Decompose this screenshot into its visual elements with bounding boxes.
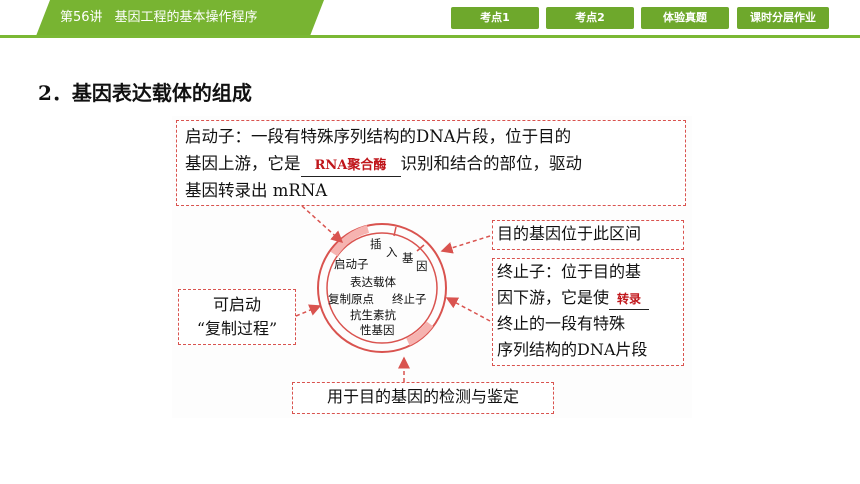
tab-kaodian-1[interactable]: 考点1 — [451, 7, 539, 29]
lecture-number: 第56讲 — [60, 10, 103, 25]
origin-arrow — [295, 304, 322, 317]
lecture-title: 基因工程的基本操作程序 — [114, 10, 258, 25]
header-divider — [0, 35, 860, 38]
lecture-title-tab: 第56讲 基因工程的基本操作程序 — [36, 0, 324, 36]
terminator-arrow — [445, 297, 491, 322]
target-gene-arrow — [440, 235, 491, 254]
tab-homework[interactable]: 课时分层作业 — [737, 7, 829, 29]
tab-exam-questions[interactable]: 体验真题 — [641, 7, 729, 29]
expression-vector-figure: 启动子：一段有特殊序列结构的DNA片段，位于目的 基因上游，它是 RNA聚合酶 识别… — [172, 116, 692, 418]
section-heading: 2．基因表达载体的组成 — [38, 81, 252, 105]
tab-kaodian-2[interactable]: 考点2 — [546, 7, 634, 29]
connector-arrows — [295, 205, 491, 382]
promoter-arrow — [301, 205, 344, 244]
top-bar: 第56讲 基因工程的基本操作程序 考点1 考点2 体验真题 课时分层作业 — [0, 0, 860, 38]
